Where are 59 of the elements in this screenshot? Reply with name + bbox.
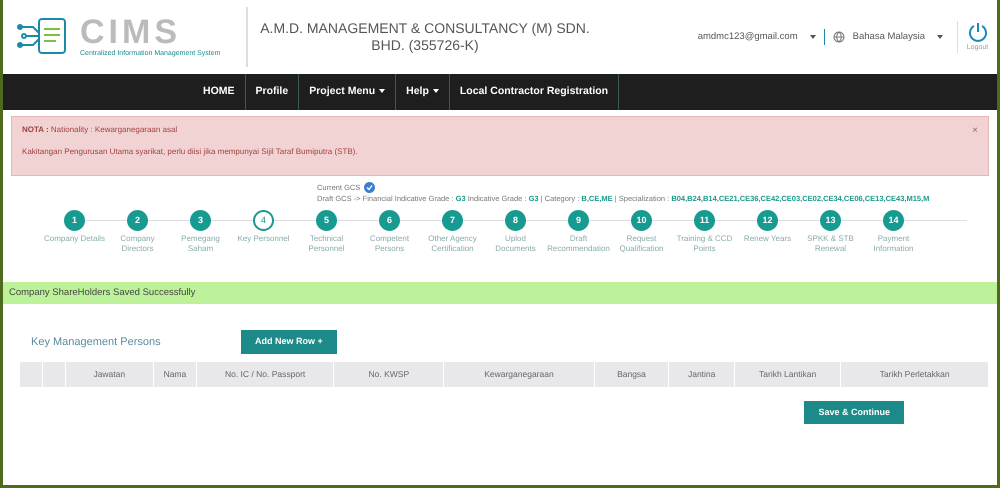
column-header: Jawatan bbox=[93, 368, 126, 379]
step-circle[interactable]: 6 bbox=[379, 210, 400, 231]
column-header: Nama bbox=[164, 368, 186, 379]
step-circle[interactable]: 1 bbox=[64, 210, 85, 231]
step-circle[interactable]: 5 bbox=[316, 210, 337, 231]
section-title: Key Management Persons bbox=[31, 334, 162, 350]
step-circle[interactable]: 10 bbox=[631, 210, 652, 231]
alert-note: NOTA : Nationality : Kewarganegaraan asal bbox=[22, 124, 178, 136]
step-circle[interactable]: 3 bbox=[190, 210, 211, 231]
column-header: Bangsa bbox=[617, 368, 646, 379]
alert-message: Kakitangan Pengurusan Utama syarikat, perlu diisi jika mempunyai Sijil Taraf Bumiputra (STB). bbox=[22, 146, 358, 158]
caret-icon bbox=[432, 89, 439, 94]
step-circle[interactable]: 8 bbox=[505, 210, 526, 231]
globe-icon bbox=[832, 31, 845, 43]
step-circle[interactable]: 12 bbox=[757, 210, 778, 231]
step-label: Key Personnel bbox=[237, 234, 290, 244]
step-circle[interactable]: 13 bbox=[820, 210, 841, 231]
step-circle[interactable]: 11 bbox=[694, 210, 715, 231]
user-email-dropdown[interactable]: amdmc123@gmail.com bbox=[698, 30, 798, 44]
step-label: Company Directors bbox=[119, 234, 156, 255]
language-dropdown[interactable]: Bahasa Malaysia bbox=[852, 30, 925, 44]
step-label: Request Qualification bbox=[618, 234, 665, 255]
step-circle[interactable]: 9 bbox=[568, 210, 589, 231]
step-label: Draft Recommendation bbox=[547, 234, 610, 255]
column-header: Tarikh Perletakkan bbox=[880, 368, 950, 379]
caret-icon bbox=[937, 35, 943, 39]
column-header: No. IC / No. Passport bbox=[224, 368, 306, 379]
nav-link[interactable]: Profile bbox=[246, 74, 300, 110]
caret-icon bbox=[810, 35, 816, 39]
step-circle[interactable]: 7 bbox=[442, 210, 463, 231]
step-label: Training & CCD Points bbox=[676, 234, 734, 255]
step-circle[interactable]: 4 bbox=[253, 210, 274, 231]
logo-text: CIMS bbox=[80, 14, 181, 49]
step-label: Uplod Documents bbox=[494, 234, 537, 255]
nav-link[interactable]: Help bbox=[396, 74, 450, 110]
column-header: Kewarganegaraan bbox=[484, 368, 554, 379]
step-label: Company Details bbox=[44, 234, 105, 244]
step-label: Payment Information bbox=[872, 234, 915, 255]
save-continue-button[interactable]: Save & Continue bbox=[804, 400, 904, 424]
step-label: Other Agency Certification bbox=[427, 234, 478, 255]
close-icon[interactable]: × bbox=[972, 123, 978, 138]
step-label: Competent Persons bbox=[368, 234, 410, 255]
company-name: A.M.D. MANAGEMENT & CONSULTANCY (M) SDN. BHD. (355726-K) bbox=[260, 20, 590, 54]
nav-link[interactable]: HOME bbox=[193, 74, 246, 110]
success-banner: Company ShareHolders Saved Successfully bbox=[3, 282, 997, 304]
caret-icon bbox=[379, 89, 386, 94]
step-label: SPKK & STB Renewal bbox=[806, 234, 855, 255]
nav-link[interactable]: Local Contractor Registration bbox=[450, 74, 620, 110]
step-circle[interactable]: 2 bbox=[127, 210, 148, 231]
column-header: Jantina bbox=[688, 368, 716, 379]
step-label: Pemegang Saham bbox=[180, 234, 221, 255]
add-row-button[interactable]: Add New Row + bbox=[241, 330, 337, 354]
column-header: Tarikh Lantikan bbox=[759, 368, 816, 379]
column-header: No. KWSP bbox=[368, 368, 410, 379]
nav-link[interactable]: Project Menu bbox=[299, 74, 396, 110]
power-icon[interactable] bbox=[966, 20, 988, 43]
step-label: Technical Personnel bbox=[307, 234, 346, 255]
step-circle[interactable]: 14 bbox=[883, 210, 904, 231]
step-label: Renew Years bbox=[744, 234, 792, 244]
